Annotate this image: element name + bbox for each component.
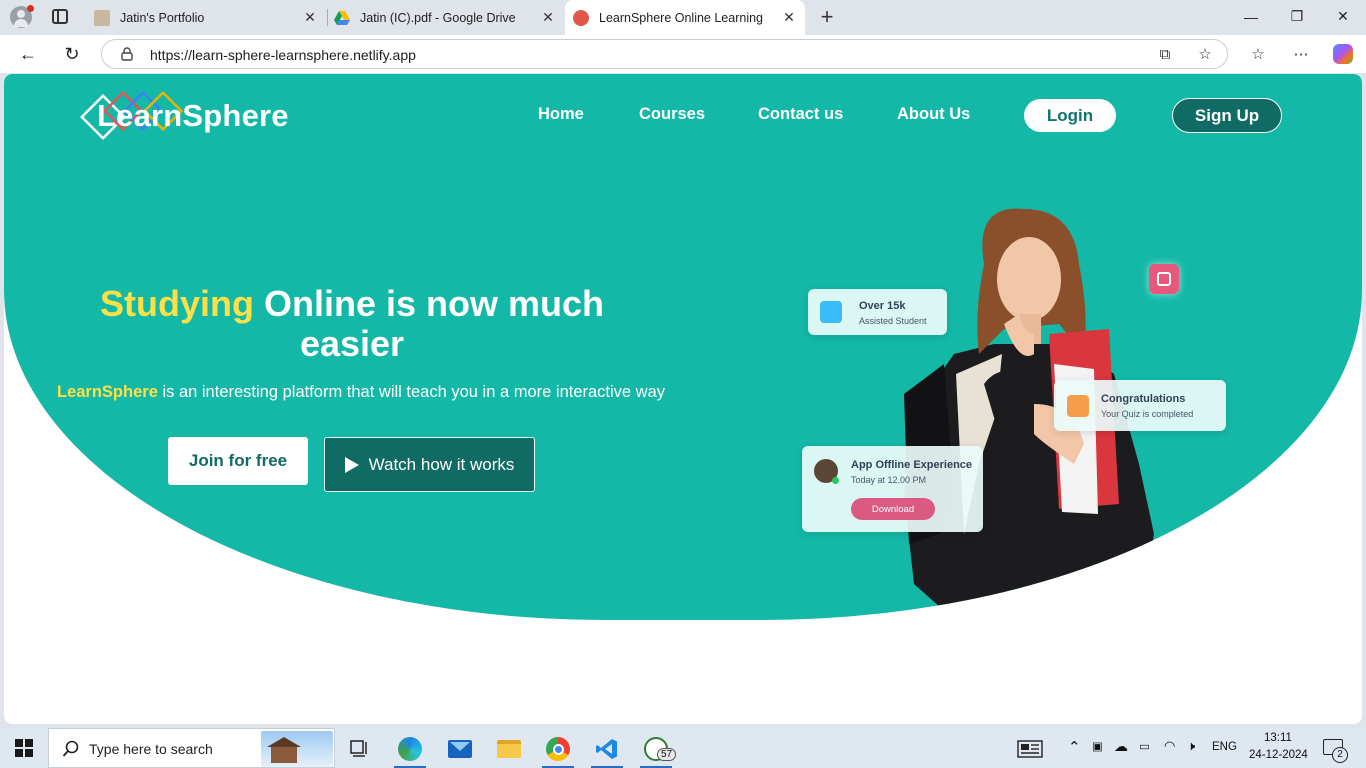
search-icon — [62, 740, 79, 757]
refresh-button[interactable]: ↻ — [57, 39, 87, 69]
online-dot-icon — [832, 477, 839, 484]
nav-home[interactable]: Home — [538, 105, 584, 124]
chrome-icon[interactable] — [538, 732, 578, 768]
google-drive-icon — [334, 10, 350, 26]
calendar-icon — [820, 301, 842, 323]
file-explorer-icon[interactable] — [489, 732, 529, 766]
tab-actions-icon[interactable] — [52, 9, 68, 24]
headline-rest: Online is now much easier — [253, 283, 605, 364]
whatsapp-badge: 57 — [657, 748, 677, 761]
learnsphere-favicon-icon — [573, 9, 589, 26]
page-viewport: LearnSphere Home Courses Contact us Abou… — [4, 74, 1362, 724]
join-for-free-button[interactable]: Join for free — [168, 437, 308, 485]
vscode-icon[interactable] — [587, 732, 627, 768]
notification-count: 2 — [1332, 747, 1348, 763]
watch-label: Watch how it works — [368, 454, 515, 474]
tab-title: Jatin's Portfolio — [120, 10, 205, 25]
new-tab-button[interactable]: + — [814, 4, 840, 30]
whatsapp-icon[interactable]: 57 — [636, 732, 677, 768]
minimize-button[interactable]: — — [1228, 0, 1274, 33]
subtitle-text: is an interesting platform that will tea… — [157, 383, 666, 401]
search-highlight-image — [261, 731, 333, 767]
restore-button[interactable]: ❐ — [1274, 0, 1320, 33]
app-available-icon[interactable]: ⧉ — [1154, 43, 1176, 65]
edge-browser-icon[interactable] — [390, 732, 430, 768]
tab-title: LearnSphere Online Learning — [599, 10, 764, 25]
meet-now-icon[interactable]: ▣ — [1092, 739, 1103, 753]
offline-card: App Offline Experience Today at 12.00 PM… — [802, 446, 983, 532]
logo-text[interactable]: LearnSphere — [97, 98, 289, 134]
download-button[interactable]: Download — [851, 498, 935, 520]
onedrive-icon[interactable]: ☁ — [1114, 738, 1128, 755]
taskbar: Type here to search 57 ⌃ ▣ ☁ ▭ ◠ 🕨 ENG 1… — [0, 728, 1366, 768]
nav-contact[interactable]: Contact us — [758, 105, 843, 124]
play-icon — [344, 456, 359, 473]
hero-headline: Studying Online is now much easier — [52, 284, 652, 364]
subtitle-brand: LearnSphere — [57, 383, 158, 401]
students-card-subtitle: Assisted Student — [859, 316, 927, 326]
show-hidden-icons[interactable]: ⌃ — [1068, 738, 1081, 756]
news-widget-icon[interactable] — [1010, 732, 1050, 766]
tab-title: Jatin (IC).pdf - Google Drive — [360, 10, 516, 25]
site-info-icon[interactable] — [120, 47, 134, 61]
close-window-button[interactable]: ✕ — [1320, 0, 1366, 33]
students-card-title: Over 15k — [859, 300, 906, 312]
search-placeholder: Type here to search — [89, 741, 213, 757]
tab-google-drive[interactable]: Jatin (IC).pdf - Google Drive ✕ — [326, 0, 564, 35]
nav-courses[interactable]: Courses — [639, 105, 705, 124]
tab-portfolio[interactable]: Jatin's Portfolio ✕ — [86, 0, 326, 35]
more-options-icon[interactable]: ⋯ — [1290, 43, 1312, 65]
favorite-star-icon[interactable]: ☆ — [1194, 43, 1216, 65]
close-tab-icon[interactable]: ✕ — [779, 9, 799, 26]
hero-section: LearnSphere Home Courses Contact us Abou… — [4, 74, 1362, 620]
battery-icon[interactable]: ▭ — [1139, 739, 1150, 753]
profile-icon[interactable] — [10, 5, 34, 28]
watch-how-it-works-button[interactable]: Watch how it works — [324, 437, 535, 492]
nav-about[interactable]: About Us — [897, 105, 970, 124]
hero-subtitle: LearnSphere is an interesting platform t… — [57, 383, 665, 402]
mail-icon — [1067, 395, 1089, 417]
portfolio-favicon-icon — [94, 9, 110, 26]
signup-button[interactable]: Sign Up — [1172, 98, 1282, 133]
clock-date[interactable]: 24-12-2024 — [1249, 749, 1308, 761]
language-indicator[interactable]: ENG — [1212, 741, 1237, 753]
tab-strip: Jatin's Portfolio ✕ Jatin (IC).pdf - Goo… — [0, 0, 1366, 35]
congrats-card: Congratulations Your Quiz is completed — [1054, 380, 1226, 431]
address-bar[interactable]: https://learn-sphere-learnsphere.netlify… — [101, 39, 1228, 69]
mail-icon[interactable] — [440, 732, 480, 766]
url-text: https://learn-sphere-learnsphere.netlify… — [150, 47, 416, 63]
task-view-icon[interactable] — [340, 732, 380, 766]
congrats-card-subtitle: Your Quiz is completed — [1101, 409, 1194, 419]
close-tab-icon[interactable]: ✕ — [538, 9, 558, 26]
clock-time[interactable]: 13:11 — [1264, 732, 1292, 744]
volume-muted-icon[interactable]: 🕨 — [1187, 738, 1195, 754]
back-button[interactable]: ← — [13, 39, 43, 69]
offline-card-title: App Offline Experience — [851, 459, 973, 471]
headline-highlight: Studying — [99, 283, 254, 324]
windows-start-button[interactable] — [0, 728, 48, 768]
taskbar-search-input[interactable]: Type here to search — [48, 728, 335, 768]
favorites-icon[interactable]: ☆ — [1247, 43, 1269, 65]
wifi-icon[interactable]: ◠ — [1164, 738, 1175, 754]
chart-badge-icon — [1149, 264, 1179, 294]
login-button[interactable]: Login — [1024, 99, 1116, 132]
tab-learnsphere[interactable]: LearnSphere Online Learning ✕ — [565, 0, 805, 35]
copilot-icon[interactable] — [1333, 44, 1353, 64]
browser-toolbar: ← ↻ https://learn-sphere-learnsphere.net… — [0, 35, 1366, 73]
offline-card-subtitle: Today at 12.00 PM — [851, 475, 927, 485]
students-card: Over 15k Assisted Student — [808, 289, 947, 335]
congrats-card-title: Congratulations — [1101, 393, 1186, 405]
close-tab-icon[interactable]: ✕ — [300, 9, 320, 26]
